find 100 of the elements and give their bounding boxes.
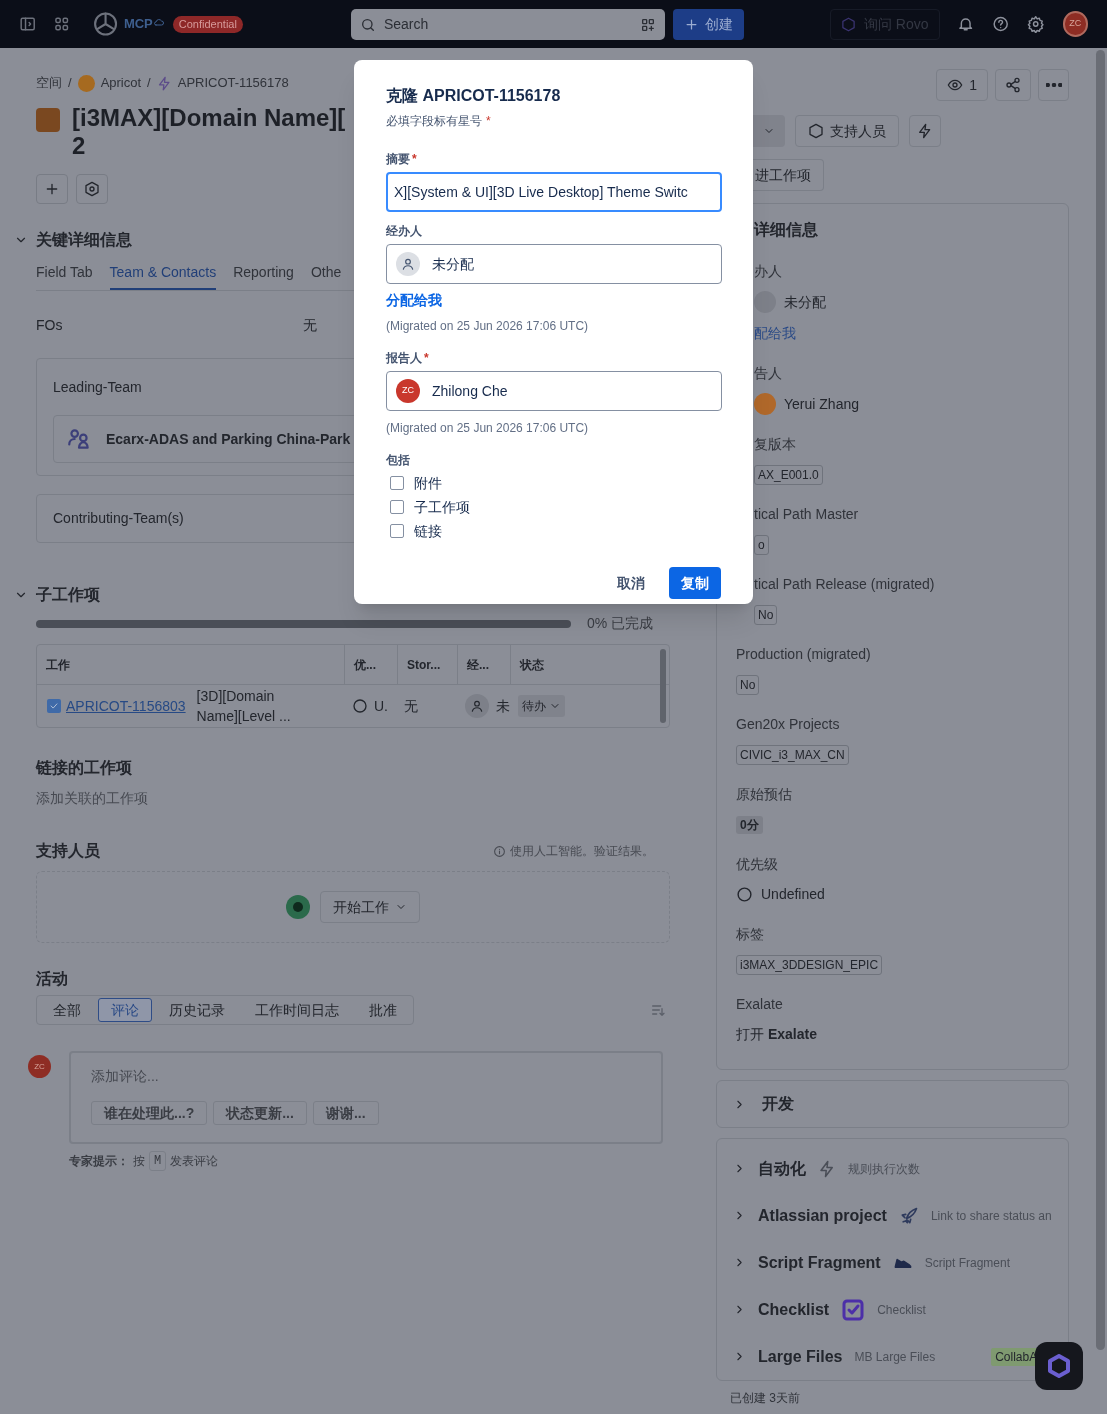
scrollbar[interactable] — [1096, 50, 1105, 1350]
field-label: 经办人 — [386, 223, 422, 240]
copy-button[interactable]: 复制 — [669, 567, 721, 599]
create-button[interactable]: 创建 — [672, 8, 744, 40]
avatar-placeholder — [754, 291, 776, 313]
work-type-icon — [36, 108, 60, 132]
tab[interactable]: 评论 — [98, 998, 152, 1022]
share-button[interactable] — [995, 69, 1031, 101]
start-work-button[interactable]: 开始工作 — [320, 891, 420, 923]
add-button[interactable] — [36, 174, 68, 204]
checkbox[interactable]: 附件 — [390, 473, 721, 493]
dialog-title: 克隆 APRICOT-1156178 — [386, 86, 562, 106]
issue-link[interactable]: APRICOT-1156803 — [66, 695, 186, 717]
tab[interactable]: 历史记录 — [156, 998, 238, 1022]
field-label: 优先级 — [736, 855, 778, 874]
search-field[interactable]: Search — [350, 8, 665, 40]
tab[interactable]: Team & Contacts — [109, 262, 217, 290]
notification-bell-icon[interactable] — [956, 15, 974, 33]
apps-button[interactable] — [76, 174, 108, 204]
star-logo-icon — [92, 11, 118, 37]
tip-text: 按 — [133, 1153, 145, 1170]
app-title[interactable]: Script Fragment — [758, 1250, 881, 1275]
tag: i3MAX_3DDESIGN_EPIC — [736, 955, 883, 975]
required-mark: * — [412, 151, 417, 168]
suggestion-chip[interactable]: 谁在处理此...? — [91, 1101, 208, 1125]
apricot-fruit-icon — [77, 74, 95, 92]
watch-button[interactable]: 1 — [936, 69, 988, 101]
checkbox[interactable]: 子工作项 — [390, 497, 721, 517]
field-label: 复版本 — [754, 435, 796, 454]
tag: No — [754, 605, 778, 625]
suggestion-chip[interactable]: 状态更新... — [213, 1101, 307, 1125]
issue-title: [i3MAX][Domain Name][ 2 — [72, 104, 346, 160]
app-description: 规则执行次数 — [848, 1160, 920, 1178]
required-mark: * — [424, 350, 429, 367]
user-avatar: ZC — [28, 1055, 51, 1078]
development-panel[interactable]: 开发 — [716, 1080, 1069, 1128]
app-description: Checklist — [877, 1301, 926, 1319]
tab[interactable]: 全部 — [40, 998, 94, 1022]
field-label: tical Path Release (migrated) — [754, 575, 935, 594]
exalate-link[interactable]: 打开 Exalate — [736, 1026, 817, 1042]
section-heading: 链接的工作项 — [36, 758, 133, 778]
app-grid-icon[interactable] — [53, 15, 71, 33]
checkbox[interactable]: 链接 — [390, 521, 721, 541]
automation-button[interactable] — [909, 115, 941, 147]
breadcrumb-link[interactable]: Apricot — [100, 73, 142, 93]
table-cell-text: [3D][Domain Name][Level ... — [196, 687, 292, 726]
hexagon-logo-icon — [840, 16, 856, 32]
column-header[interactable]: 优... — [344, 645, 397, 684]
section-heading: 子工作项 — [36, 585, 100, 605]
comment-box[interactable]: 添加评论... 谁在处理此...? 状态更新... 谢谢... — [69, 1051, 663, 1144]
cancel-button[interactable]: 取消 — [605, 567, 657, 599]
support-button[interactable]: 支持人员 — [795, 115, 899, 147]
breadcrumb-link[interactable]: APRICOT-1156178 — [177, 73, 289, 93]
section-heading: 关键详细信息 — [36, 230, 132, 250]
reporter-select[interactable]: ZC Zhilong Che — [386, 371, 722, 411]
required-note: 必填字段标有星号 — [386, 113, 482, 130]
assignee-select[interactable]: 未分配 — [386, 244, 722, 284]
column-header[interactable]: 经... — [457, 645, 510, 684]
assign-to-me-link[interactable]: 分配给我 — [386, 290, 721, 311]
field-label: Contributing-Team(s) — [53, 509, 184, 528]
checkbox[interactable] — [47, 699, 61, 713]
field-label: 摘要 — [386, 151, 410, 168]
app-title[interactable]: 自动化 — [758, 1156, 806, 1181]
logo-text: MCP — [123, 15, 153, 34]
tab[interactable]: Field Tab — [36, 262, 93, 290]
settings-icon[interactable] — [1027, 15, 1045, 33]
tab[interactable]: Othe — [310, 262, 342, 290]
created-text: 已创建 3天前 — [730, 1390, 801, 1407]
table-cell-text: 未 — [496, 696, 510, 716]
breadcrumb-separator: / — [68, 74, 72, 93]
link-hint[interactable]: 添加关联的工作项 — [36, 788, 670, 809]
app-title[interactable]: Large Files — [758, 1344, 843, 1369]
field-value: Undefined — [761, 885, 825, 904]
field-value: 无 — [303, 316, 317, 335]
more-button[interactable] — [1038, 69, 1069, 101]
app-title[interactable]: Checklist — [758, 1297, 830, 1322]
column-header[interactable]: 工作 — [37, 645, 344, 684]
sidebar-toggle-icon[interactable] — [19, 15, 37, 33]
help-icon[interactable] — [991, 15, 1010, 33]
user-avatar[interactable]: ZC — [1062, 11, 1088, 37]
search-icon — [359, 16, 376, 33]
assistant-button[interactable] — [1035, 1342, 1083, 1390]
required-mark: * — [486, 113, 491, 130]
more-icon — [1045, 83, 1062, 87]
ai-note: 使用人工智能。验证结果。 — [510, 843, 654, 860]
tab[interactable]: 批准 — [356, 998, 410, 1022]
tab[interactable]: 工作时间日志 — [242, 998, 352, 1022]
field-label: 办人 — [754, 262, 782, 281]
assign-link[interactable]: 配给我 — [754, 323, 1068, 344]
breadcrumb-link[interactable]: 空间 — [36, 73, 62, 93]
column-header[interactable]: Stor... — [397, 645, 457, 684]
suggestion-chip[interactable]: 谢谢... — [312, 1101, 379, 1125]
panel-heading: 详细信息 — [754, 220, 819, 240]
summary-input[interactable]: X][System & UI][3D Live Desktop] Theme Switc — [386, 172, 722, 212]
status-dropdown[interactable]: 待办 — [518, 695, 565, 717]
field-label: Gen20x Projects — [736, 715, 840, 734]
app-title[interactable]: Atlassian project — [758, 1203, 887, 1228]
tab[interactable]: Reporting — [233, 262, 294, 290]
person-icon — [470, 699, 484, 713]
info-icon — [493, 844, 506, 858]
